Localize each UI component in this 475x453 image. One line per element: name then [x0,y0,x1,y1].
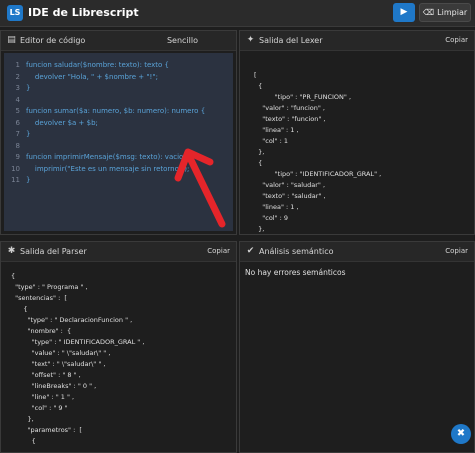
json-line: "col" : 9 [254,214,289,222]
json-line: { [254,159,263,167]
parser-panel: ✱ Salida del Parser Copiar { "type" : " … [0,241,237,453]
json-line: "lineBreaks" : " 0 " , [11,382,97,390]
json-line: "nombre" : { [11,327,72,335]
editor-title: Editor de código [20,36,86,45]
line-number: 4 [15,95,20,104]
top-bar: LS IDE de Librescript ▶ ⌫ Limpiar [0,0,475,27]
json-line: "type" : " IDENTIFICADOR_GRAL " , [11,338,145,346]
json-line: }, [254,148,265,156]
lexer-icon: ✦ [246,35,255,45]
clear-button[interactable]: ⌫ Limpiar [419,3,471,22]
semantic-header: ✔ Análisis semántico Copiar [240,242,474,262]
json-line: "parametros" : [ [11,426,82,434]
line-number: 10 [11,164,20,173]
parser-title: Salida del Parser [20,247,87,256]
code-text: funcion imprimirMensaje($msg: texto): va… [26,153,190,161]
run-button[interactable]: ▶ [393,3,415,22]
line-number: 7 [15,130,20,138]
parser-icon: ✱ [7,246,16,256]
json-line: "tipo" : "IDENTIFICADOR_GRAL" , [254,170,382,178]
lexer-copy-button[interactable]: Copiar [445,35,468,46]
app-title: IDE de Librescript [28,6,139,19]
help-fab-button[interactable]: ✖ [451,424,471,444]
json-line: [ [254,71,257,79]
json-line: "offset" : " 8 " , [11,371,81,379]
app-logo: LS [7,5,23,21]
parser-header: ✱ Salida del Parser Copiar [1,242,236,262]
json-line: "type" : " Programa " , [11,283,88,291]
json-line: { [11,437,36,445]
document-icon: ▤ [7,35,16,45]
line-number: 6 [15,118,20,127]
json-line: "text" : " \"saludar\" " , [11,360,106,368]
lexer-panel: ✦ Salida del Lexer Copiar [ { "tipo" : "… [239,30,475,235]
code-line[interactable]: 1 funcion saludar($nombre: texto): texto … [4,60,233,71]
tools-icon: ✖ [456,428,466,439]
code-line[interactable]: 6 devolver $a + $b; [4,118,233,129]
lexer-title: Salida del Lexer [259,36,323,45]
lexer-output: [ { "tipo" : "PR_FUNCION" , "valor" : "f… [240,52,474,234]
code-text: funcion saludar($nombre: texto): texto { [26,61,169,69]
json-line: "texto" : "funcion" , [254,115,326,123]
code-line[interactable]: 5 funcion sumar($a: numero, $b: numero): … [4,106,233,117]
code-line[interactable]: 7} [4,129,233,140]
code-text: imprimir("Este es un mensaje sin retorno… [26,164,190,173]
json-line: }, [254,225,265,233]
line-number: 2 [15,72,20,81]
mode-toggle-button[interactable]: Sencillo [167,35,198,46]
line-number: 5 [15,107,20,115]
lexer-header: ✦ Salida del Lexer Copiar [240,31,474,51]
line-number: 3 [15,84,20,92]
semantic-title: Análisis semántico [259,247,334,256]
parser-copy-button[interactable]: Copiar [207,246,230,257]
code-line[interactable]: 3} [4,83,233,94]
json-line: "valor" : "funcion" , [254,104,325,112]
parser-output: { "type" : " Programa " , "sentencias" :… [1,263,236,452]
semantic-message: No hay errores semánticos [245,268,346,277]
backspace-icon: ⌫ [422,8,435,17]
line-number: 9 [15,153,20,161]
json-line: "col" : " 9 " [11,404,68,412]
semantic-copy-button[interactable]: Copiar [445,246,468,257]
play-icon: ▶ [400,7,408,17]
code-line[interactable]: 4 [4,95,233,106]
code-text: devolver $a + $b; [26,118,98,127]
json-line: { [11,305,28,313]
json-line: }, [11,415,34,423]
line-number: 1 [15,61,20,69]
code-text: } [26,84,31,92]
check-icon: ✔ [246,246,255,256]
json-line: "col" : 1 [254,137,289,145]
json-line: { [11,272,16,280]
json-line: "sentencias" : [ [11,294,67,302]
line-number: 8 [15,141,20,150]
json-line: { [254,82,263,90]
json-line: "tipo" : "PR_FUNCION" , [254,93,352,101]
semantic-panel: ✔ Análisis semántico Copiar No hay error… [239,241,475,453]
clear-button-label: Limpiar [437,8,468,17]
json-line: "linea" : 1 , [254,126,299,134]
code-line[interactable]: 2 devolver "Hola, " + $nombre + "!"; [4,72,233,83]
code-text: devolver "Hola, " + $nombre + "!"; [26,72,158,81]
code-text: } [26,130,31,138]
json-line: "texto" : "saludar" , [254,192,326,200]
annotation-arrow [174,148,226,228]
json-line: "linea" : 1 , [254,203,299,211]
code-text: funcion sumar($a: numero, $b: numero): n… [26,107,206,115]
json-line: "type" : " DeclaracionFuncion " , [11,316,133,324]
code-text: } [26,176,31,184]
line-number: 11 [11,176,20,184]
json-line: "value" : " \"saludar\" " , [11,349,111,357]
json-line: "valor" : "saludar" , [254,181,326,189]
editor-header: ▤ Editor de código Sencillo [1,31,236,51]
json-line: "line" : " 1 " , [11,393,75,401]
